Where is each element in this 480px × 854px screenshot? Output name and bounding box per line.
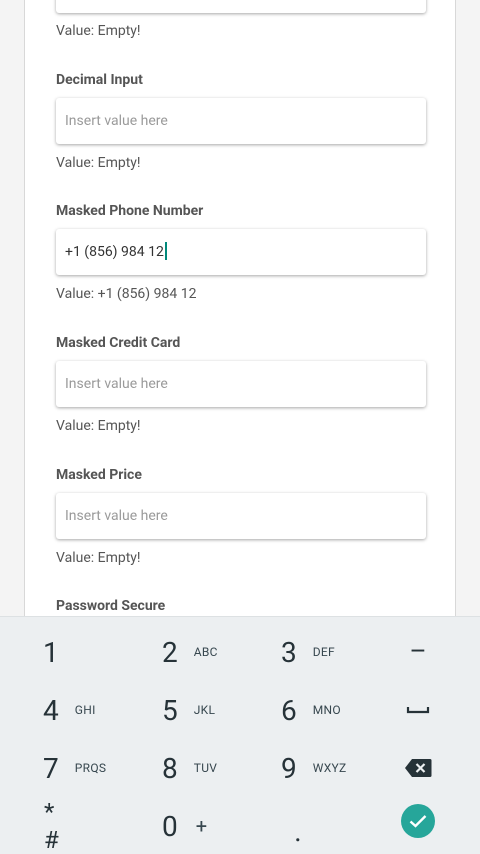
key-5[interactable]: 5 JKL (162, 681, 215, 739)
password-input-label: Password Secure (56, 598, 166, 614)
phone-input[interactable]: +1 (856) 984 12 (56, 229, 426, 275)
previous-value-text: Value: Empty! (56, 23, 141, 39)
credit-card-input-label: Masked Credit Card (56, 335, 181, 351)
previous-input[interactable] (56, 0, 426, 13)
minus-key[interactable]: – (400, 623, 436, 681)
space-icon[interactable] (404, 681, 432, 739)
check-icon-svg (409, 815, 427, 828)
key-0[interactable]: 0 + (162, 797, 207, 854)
period-key[interactable]: . (288, 802, 308, 854)
price-value-text: Value: Empty! (56, 550, 141, 566)
credit-card-input-placeholder: Insert value here (65, 376, 168, 392)
price-input[interactable]: Insert value here (56, 493, 426, 539)
space-icon-svg (406, 707, 430, 714)
star-hash-key[interactable]: * # (44, 797, 78, 854)
numeric-keyboard: 1 2 ABC 3 DEF – 4 GHI 5 JKL 6 MNO 7 PRQS… (0, 616, 480, 854)
phone-value-text: Value: +1 (856) 984 12 (56, 286, 197, 302)
decimal-input-label: Decimal Input (56, 72, 143, 88)
backspace-icon[interactable] (403, 739, 433, 797)
key-9[interactable]: 9 WXYZ (281, 739, 347, 797)
decimal-value-text: Value: Empty! (56, 155, 141, 171)
check-icon[interactable] (401, 804, 435, 838)
decimal-input[interactable]: Insert value here (56, 98, 426, 144)
phone-input-value: +1 (856) 984 12 (65, 244, 164, 260)
key-4[interactable]: 4 GHI (43, 681, 96, 739)
backspace-icon-svg (405, 759, 432, 777)
key-7[interactable]: 7 PRQS (43, 739, 106, 797)
form-card: Value: Empty! Decimal Input Insert value… (24, 0, 456, 636)
key-1[interactable]: 1 (43, 623, 59, 681)
decimal-input-placeholder: Insert value here (65, 113, 168, 129)
key-6[interactable]: 6 MNO (281, 681, 341, 739)
key-2[interactable]: 2 ABC (162, 623, 218, 681)
price-input-placeholder: Insert value here (65, 508, 168, 524)
price-input-label: Masked Price (56, 467, 142, 483)
credit-card-input[interactable]: Insert value here (56, 361, 426, 407)
key-3[interactable]: 3 DEF (281, 623, 335, 681)
key-8[interactable]: 8 TUV (162, 739, 217, 797)
text-cursor (164, 241, 167, 260)
credit-card-value-text: Value: Empty! (56, 418, 141, 434)
phone-input-label: Masked Phone Number (56, 203, 204, 219)
